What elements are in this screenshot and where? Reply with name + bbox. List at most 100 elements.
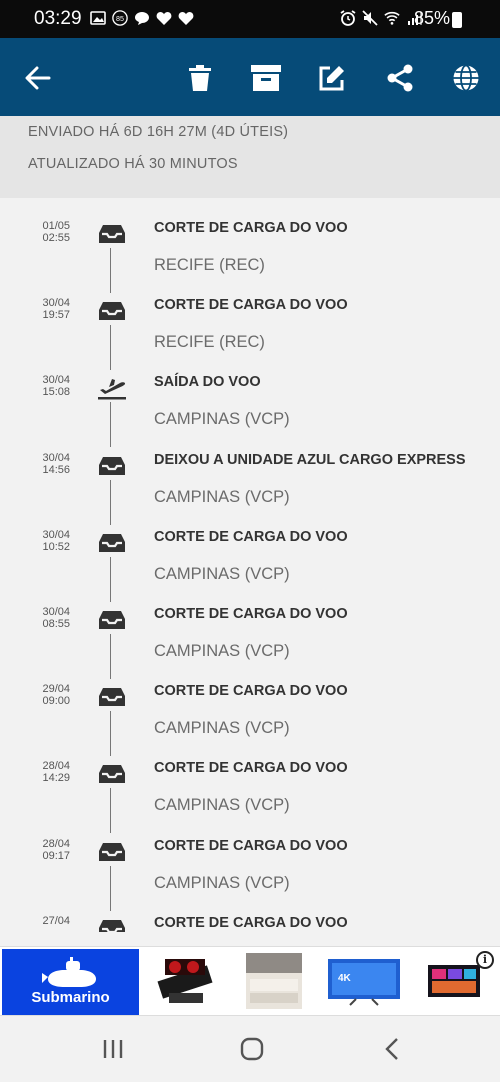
status-bar: 03:29 85 85% bbox=[0, 0, 500, 38]
event-date: 27/04 bbox=[42, 914, 70, 927]
submarine-icon bbox=[42, 957, 96, 987]
timeline-event: 30/04 14:56 DEIXOU A UNIDADE AZUL CARGO EX… bbox=[0, 430, 500, 525]
event-time: 09:00 bbox=[42, 695, 70, 708]
notification-badge: 85 bbox=[112, 10, 128, 26]
event-location: CAMPINAS (VCP) bbox=[154, 719, 290, 738]
share-icon bbox=[387, 64, 413, 92]
event-time: 10:52 bbox=[42, 540, 70, 553]
event-date: 28/04 bbox=[42, 760, 70, 773]
event-datetime: 30/04 15:08 bbox=[22, 374, 70, 398]
graphics-card-image[interactable] bbox=[155, 953, 215, 1009]
event-title: CORTE DE CARGA DO VOO bbox=[154, 760, 348, 777]
sofa-image[interactable] bbox=[246, 953, 302, 1009]
event-datetime: 29/04 09:00 bbox=[22, 683, 70, 707]
event-title: CORTE DE CARGA DO VOO bbox=[154, 683, 348, 700]
ad-banner[interactable]: Submarino 4K i bbox=[0, 946, 500, 1016]
plane-takeoff-icon bbox=[97, 376, 127, 400]
back-icon bbox=[385, 1038, 398, 1060]
gallery-icon bbox=[90, 10, 106, 26]
system-nav-bar bbox=[0, 1016, 500, 1082]
tracking-summary: ENVIADO HÁ 6D 16H 27M (4D ÚTEIS) ATUALIZ… bbox=[0, 116, 500, 198]
smart-tv-image[interactable] bbox=[426, 953, 482, 1009]
event-location: RECIFE (REC) bbox=[154, 333, 265, 352]
inbox-tray-icon bbox=[97, 917, 127, 932]
inbox-tray-icon bbox=[97, 222, 127, 246]
inbox-tray-icon bbox=[97, 685, 127, 709]
wifi-icon bbox=[384, 10, 400, 26]
globe-icon bbox=[453, 64, 479, 92]
event-location: CAMPINAS (VCP) bbox=[154, 487, 290, 506]
timeline-event: 30/04 15:08 SAÍDA DO VOO CAMPINAS (VCP) bbox=[0, 352, 500, 448]
event-date: 30/04 bbox=[42, 374, 70, 387]
home-icon bbox=[240, 1037, 264, 1061]
archive-icon bbox=[251, 65, 281, 91]
event-time: 14:56 bbox=[42, 463, 70, 476]
event-date: 30/04 bbox=[42, 451, 70, 464]
event-date: 30/04 bbox=[42, 606, 70, 618]
status-time: 03:29 bbox=[34, 8, 82, 29]
sent-duration: ENVIADO HÁ 6D 16H 27M (4D ÚTEIS) bbox=[28, 124, 289, 140]
event-time: 02:55 bbox=[42, 232, 70, 244]
event-date: 01/05 bbox=[42, 220, 70, 232]
event-datetime: 30/04 08:55 bbox=[22, 606, 70, 630]
delete-button[interactable] bbox=[180, 58, 220, 98]
event-date: 30/04 bbox=[42, 528, 70, 541]
timeline-event: 27/04 CORTE DE CARGA DO VOO bbox=[0, 893, 500, 932]
inbox-tray-icon bbox=[97, 454, 127, 478]
notification-badge-count: 85 bbox=[116, 15, 124, 23]
app-toolbar bbox=[0, 38, 500, 116]
back-arrow-button[interactable] bbox=[18, 58, 58, 98]
inbox-tray-icon bbox=[97, 840, 127, 864]
trash-icon bbox=[189, 65, 211, 91]
share-button[interactable] bbox=[380, 58, 420, 98]
inbox-tray-icon bbox=[97, 762, 127, 786]
archive-button[interactable] bbox=[246, 58, 286, 98]
ad-info-icon[interactable]: i bbox=[476, 951, 494, 969]
event-date: 30/04 bbox=[42, 297, 70, 310]
event-datetime: 28/04 09:17 bbox=[22, 838, 70, 862]
event-title: SAÍDA DO VOO bbox=[154, 374, 261, 391]
timeline-event: 01/05 02:55 CORTE DE CARGA DO VOO RECIFE (R… bbox=[0, 198, 500, 293]
submarino-logo[interactable]: Submarino bbox=[2, 949, 139, 1015]
event-location: RECIFE (REC) bbox=[154, 256, 265, 274]
last-update: ATUALIZADO HÁ 30 MINUTOS bbox=[28, 156, 238, 172]
event-title: CORTE DE CARGA DO VOO bbox=[154, 837, 348, 854]
timeline-event: 28/04 14:29 CORTE DE CARGA DO VOO CAMPINAS … bbox=[0, 738, 500, 834]
inbox-tray-icon bbox=[97, 531, 127, 555]
event-title: CORTE DE CARGA DO VOO bbox=[154, 606, 348, 622]
event-datetime: 30/04 10:52 bbox=[22, 529, 70, 553]
event-datetime: 30/04 19:57 bbox=[22, 297, 70, 321]
heart-icon bbox=[178, 10, 194, 26]
event-location: CAMPINAS (VCP) bbox=[154, 873, 290, 892]
back-button[interactable] bbox=[374, 1034, 410, 1064]
system-icons bbox=[340, 10, 422, 26]
chat-icon bbox=[134, 10, 150, 26]
website-button[interactable] bbox=[446, 58, 486, 98]
tracking-timeline: 01/05 02:55 CORTE DE CARGA DO VOO RECIFE (R… bbox=[0, 198, 500, 932]
inbox-tray-icon bbox=[97, 299, 127, 323]
event-title: DEIXOU A UNIDADE AZUL CARGO EXPRESS bbox=[154, 451, 466, 468]
edit-button[interactable] bbox=[312, 58, 352, 98]
recent-apps-icon bbox=[103, 1040, 123, 1058]
mute-icon bbox=[362, 10, 378, 26]
home-button[interactable] bbox=[234, 1034, 270, 1064]
event-date: 28/04 bbox=[42, 837, 70, 850]
event-datetime: 01/05 02:55 bbox=[22, 220, 70, 244]
timeline-event: 30/04 08:55 CORTE DE CARGA DO VOO CAMPINAS … bbox=[0, 584, 500, 679]
recent-apps-button[interactable] bbox=[95, 1034, 131, 1064]
battery-percent: 85% bbox=[413, 8, 450, 28]
tv-image[interactable]: 4K bbox=[326, 953, 402, 1009]
brand-name: Submarino bbox=[31, 989, 110, 1006]
timeline-event: 28/04 09:17 CORTE DE CARGA DO VOO CAMPINAS … bbox=[0, 816, 500, 911]
notification-icons: 85 bbox=[90, 10, 194, 26]
event-time: 15:08 bbox=[42, 386, 70, 399]
alarm-icon bbox=[340, 10, 356, 26]
event-datetime: 28/04 14:29 bbox=[22, 760, 70, 784]
event-time: 14:29 bbox=[42, 772, 70, 785]
event-title: CORTE DE CARGA DO VOO bbox=[154, 220, 348, 236]
event-location: CAMPINAS (VCP) bbox=[154, 410, 290, 429]
timeline-event: 29/04 09:00 CORTE DE CARGA DO VOO CAMPINAS … bbox=[0, 661, 500, 757]
heart-icon bbox=[156, 10, 172, 26]
event-time: 08:55 bbox=[42, 618, 70, 630]
event-time: 19:57 bbox=[42, 309, 70, 322]
